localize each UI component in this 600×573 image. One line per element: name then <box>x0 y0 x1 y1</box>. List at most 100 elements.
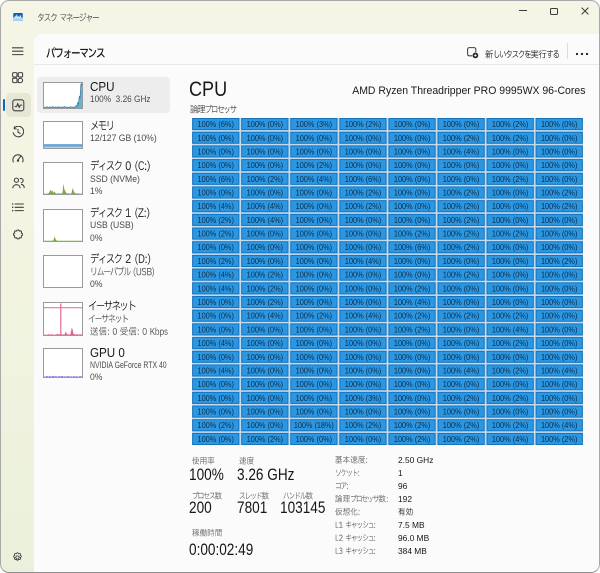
svg-text:100% (0%): 100% (0%) <box>296 434 333 444</box>
svg-text:100% (4%): 100% (4%) <box>197 201 234 211</box>
svg-text:100% (2%): 100% (2%) <box>492 119 529 129</box>
svg-text:100% (4%): 100% (4%) <box>197 365 234 375</box>
svg-text:100% (0%): 100% (0%) <box>296 133 333 143</box>
svg-text:100% (0%): 100% (0%) <box>541 379 578 389</box>
svg-text:100% (0%): 100% (0%) <box>394 365 431 375</box>
svg-text:100% (0%): 100% (0%) <box>492 146 529 156</box>
svg-text:100% (0%): 100% (0%) <box>296 242 333 252</box>
svg-text:100% (2%): 100% (2%) <box>247 269 284 279</box>
svg-text:100% (0%): 100% (0%) <box>296 324 333 334</box>
svg-text:100% (2%): 100% (2%) <box>197 215 234 225</box>
svg-text:100% (4%): 100% (4%) <box>394 297 431 307</box>
svg-text:100% (2%): 100% (2%) <box>443 187 480 197</box>
svg-text:100% (0%): 100% (0%) <box>394 133 431 143</box>
svg-text:100% (0%): 100% (0%) <box>296 228 333 238</box>
svg-text:100% (0%): 100% (0%) <box>296 379 333 389</box>
svg-text:100% (0%): 100% (0%) <box>247 256 284 266</box>
svg-text:100% (0%): 100% (0%) <box>296 352 333 362</box>
svg-text:100% (0%): 100% (0%) <box>247 379 284 389</box>
svg-text:100% (2%): 100% (2%) <box>443 310 480 320</box>
svg-text:100% (0%): 100% (0%) <box>492 352 529 362</box>
svg-text:100% (0%): 100% (0%) <box>541 133 578 143</box>
svg-text:100% (0%): 100% (0%) <box>247 160 284 170</box>
svg-text:100% (0%): 100% (0%) <box>296 269 333 279</box>
svg-text:100% (2%): 100% (2%) <box>492 310 529 320</box>
svg-text:100% (0%): 100% (0%) <box>541 352 578 362</box>
svg-text:100% (0%): 100% (0%) <box>197 406 234 416</box>
svg-text:100% (0%): 100% (0%) <box>345 133 382 143</box>
svg-text:100% (0%): 100% (0%) <box>345 283 382 293</box>
svg-text:100% (3%): 100% (3%) <box>296 119 333 129</box>
svg-text:100% (0%): 100% (0%) <box>197 297 234 307</box>
svg-text:100% (0%): 100% (0%) <box>247 119 284 129</box>
svg-text:100% (2%): 100% (2%) <box>541 256 578 266</box>
svg-text:100% (2%): 100% (2%) <box>492 174 529 184</box>
svg-text:100% (0%): 100% (0%) <box>541 406 578 416</box>
svg-text:100% (0%): 100% (0%) <box>197 133 234 143</box>
svg-text:100% (2%): 100% (2%) <box>492 338 529 348</box>
svg-text:100% (0%): 100% (0%) <box>197 393 234 403</box>
svg-text:100% (2%): 100% (2%) <box>247 297 284 307</box>
svg-text:100% (0%): 100% (0%) <box>296 297 333 307</box>
svg-text:100% (0%): 100% (0%) <box>197 187 234 197</box>
svg-text:100% (0%): 100% (0%) <box>492 187 529 197</box>
svg-text:100% (0%): 100% (0%) <box>394 406 431 416</box>
svg-text:100% (4%): 100% (4%) <box>247 215 284 225</box>
svg-text:100% (0%): 100% (0%) <box>197 160 234 170</box>
svg-text:100% (0%): 100% (0%) <box>394 215 431 225</box>
svg-text:100% (0%): 100% (0%) <box>443 352 480 362</box>
svg-text:100% (0%): 100% (0%) <box>247 338 284 348</box>
svg-text:100% (0%): 100% (0%) <box>345 242 382 252</box>
svg-text:100% (0%): 100% (0%) <box>492 201 529 211</box>
svg-text:100% (0%): 100% (0%) <box>296 187 333 197</box>
svg-text:100% (0%): 100% (0%) <box>296 256 333 266</box>
svg-text:100% (18%): 100% (18%) <box>294 420 334 430</box>
svg-text:100% (0%): 100% (0%) <box>296 215 333 225</box>
svg-text:100% (0%): 100% (0%) <box>492 256 529 266</box>
svg-text:100% (0%): 100% (0%) <box>394 174 431 184</box>
svg-text:100% (2%): 100% (2%) <box>443 228 480 238</box>
svg-text:100% (0%): 100% (0%) <box>247 187 284 197</box>
svg-text:100% (2%): 100% (2%) <box>492 365 529 375</box>
svg-text:100% (4%): 100% (4%) <box>492 434 529 444</box>
svg-text:100% (0%): 100% (0%) <box>541 160 578 170</box>
svg-text:100% (0%): 100% (0%) <box>394 160 431 170</box>
svg-text:100% (0%): 100% (0%) <box>492 215 529 225</box>
svg-text:100% (2%): 100% (2%) <box>394 228 431 238</box>
svg-text:100% (0%): 100% (0%) <box>345 338 382 348</box>
svg-text:100% (0%): 100% (0%) <box>296 393 333 403</box>
svg-text:100% (0%): 100% (0%) <box>247 420 284 430</box>
svg-text:100% (0%): 100% (0%) <box>443 338 480 348</box>
svg-text:100% (0%): 100% (0%) <box>443 283 480 293</box>
svg-text:100% (0%): 100% (0%) <box>247 228 284 238</box>
svg-text:100% (0%): 100% (0%) <box>247 365 284 375</box>
svg-text:100% (0%): 100% (0%) <box>394 269 431 279</box>
svg-text:100% (0%): 100% (0%) <box>197 352 234 362</box>
svg-text:100% (0%): 100% (0%) <box>394 379 431 389</box>
svg-text:100% (6%): 100% (6%) <box>394 242 431 252</box>
svg-text:100% (0%): 100% (0%) <box>541 215 578 225</box>
svg-text:100% (2%): 100% (2%) <box>394 283 431 293</box>
svg-text:100% (2%): 100% (2%) <box>443 133 480 143</box>
svg-text:100% (0%): 100% (0%) <box>443 256 480 266</box>
svg-text:100% (0%): 100% (0%) <box>345 379 382 389</box>
svg-text:100% (0%): 100% (0%) <box>394 201 431 211</box>
svg-text:100% (0%): 100% (0%) <box>345 228 382 238</box>
svg-text:100% (2%): 100% (2%) <box>541 434 578 444</box>
svg-text:100% (2%): 100% (2%) <box>296 160 333 170</box>
svg-text:100% (0%): 100% (0%) <box>394 352 431 362</box>
svg-text:100% (0%): 100% (0%) <box>197 379 234 389</box>
svg-text:100% (0%): 100% (0%) <box>247 352 284 362</box>
svg-text:100% (0%): 100% (0%) <box>247 242 284 252</box>
svg-text:100% (0%): 100% (0%) <box>443 297 480 307</box>
svg-text:100% (0%): 100% (0%) <box>541 393 578 403</box>
svg-text:100% (2%): 100% (2%) <box>394 434 431 444</box>
svg-text:100% (0%): 100% (0%) <box>296 365 333 375</box>
svg-text:100% (0%): 100% (0%) <box>492 406 529 416</box>
svg-text:100% (2%): 100% (2%) <box>443 269 480 279</box>
svg-text:100% (6%): 100% (6%) <box>197 119 234 129</box>
svg-text:100% (2%): 100% (2%) <box>541 187 578 197</box>
svg-text:100% (2%): 100% (2%) <box>492 420 529 430</box>
svg-text:100% (0%): 100% (0%) <box>345 146 382 156</box>
svg-text:100% (2%): 100% (2%) <box>247 283 284 293</box>
